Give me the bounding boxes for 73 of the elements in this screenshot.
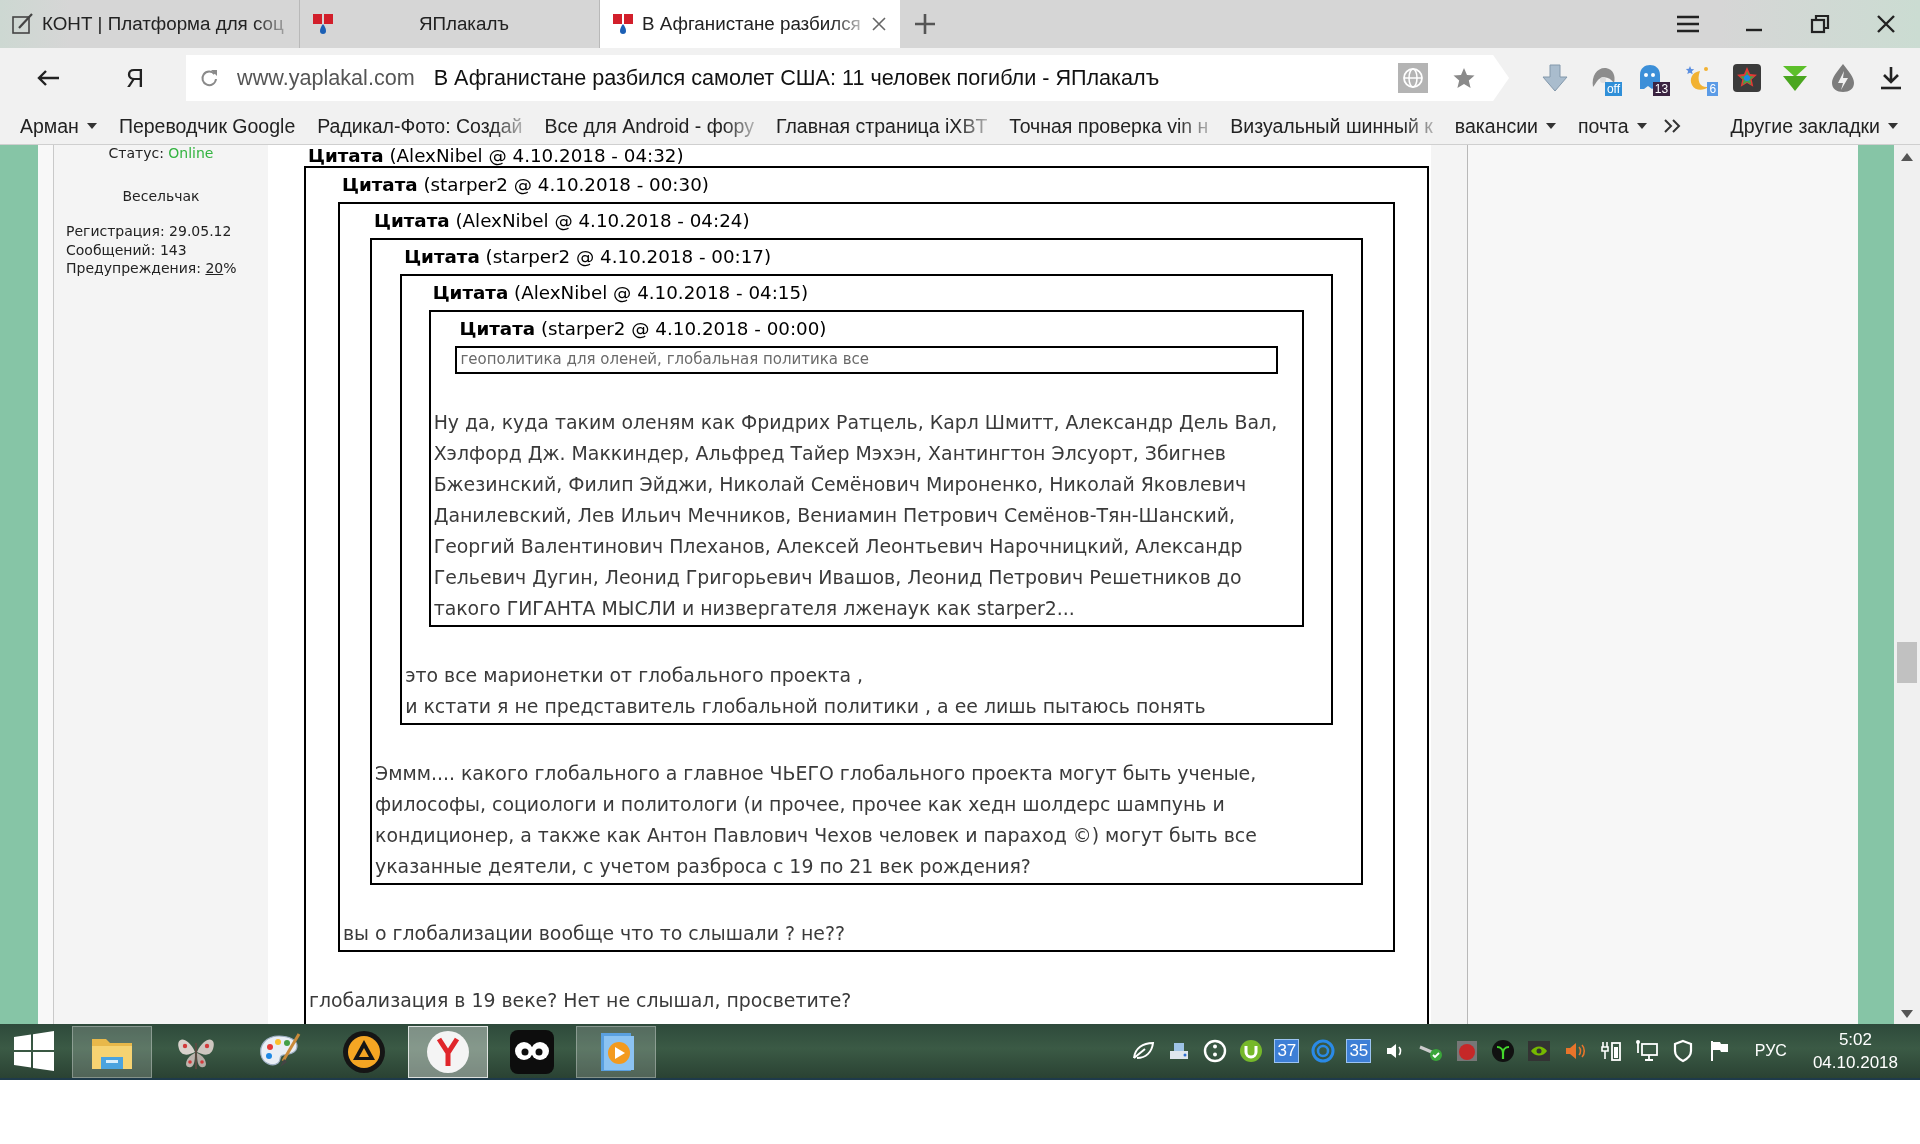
- quote-text: это все марионетки от глобального проекта , и кстати я не представитель глобальной политики , а ее лишь пытаюсь понять: [404, 663, 1207, 719]
- quote-header: Цитата (starper2 @ 4.10.2018 - 00:00): [459, 318, 827, 340]
- battery-plug-icon: [1598, 1039, 1623, 1063]
- y-logo-icon: [425, 1029, 471, 1075]
- quote-header: Цитата (AlexNibel @ 4.10.2018 - 04:15): [432, 282, 809, 304]
- star-icon[interactable]: [1453, 67, 1476, 89]
- profile-status: Статус: Online: [108, 145, 214, 161]
- profile-stat: Предупреждения: 20%: [66, 259, 237, 278]
- browser-tab[interactable]: В Афганистане разбился: [600, 0, 900, 48]
- bookmark-link[interactable]: Все для Android - фору: [544, 114, 754, 138]
- bookmark-folder[interactable]: вакансии: [1454, 114, 1556, 138]
- extension-badge: 13: [1652, 82, 1671, 96]
- u-shape-disc-icon: [1238, 1039, 1263, 1063]
- clock-date: 04.10.2018: [1812, 1052, 1898, 1074]
- record-icon: [1454, 1039, 1479, 1063]
- bookmark-folder[interactable]: Арман: [20, 114, 97, 138]
- tab-title: ЯПлакалъ: [418, 13, 510, 35]
- close-icon[interactable]: [872, 17, 886, 31]
- tray-counter[interactable]: 35: [1346, 1039, 1372, 1063]
- eye-tile-icon: [1526, 1039, 1551, 1063]
- menu-icon[interactable]: [1676, 15, 1700, 33]
- warning-link[interactable]: 20: [205, 260, 224, 276]
- tab-title: В Афганистане разбился: [642, 13, 861, 35]
- address-field[interactable]: www.yaplakal.com В Афганистане разбился самолет США: 11 человек погибли - ЯПлакалъ: [186, 55, 1510, 101]
- plus-icon[interactable]: [914, 13, 936, 35]
- back-arrow-icon[interactable]: [36, 68, 60, 88]
- logo-button[interactable]: Я: [124, 63, 147, 93]
- drop-logo-icon: [312, 13, 334, 35]
- network-icon: [1634, 1039, 1659, 1063]
- profile-stat: Регистрация: 29.05.12: [66, 222, 232, 241]
- quote-text: Ну да, куда таким оленям как Фридрих Ратцель, Карл Шмитт, Александр Дель Вал, Хэлфорд Дж. Маккиндер, Альфред Тайер Мэхэн, Хантингтон Элсуорт, Збигнев Бжезинский, Филип Эйджи, Николай Семёнович Мироненко, Николай Яковлевич Данилевский, Лев Ильич Мечников, Вениамин Петрович Семёнов-Тян-Шанский, Георгий Валентинович Плеханов, Алексей Леонтьевич Нарочницкий, Александр Гельевич Дугин, Леонид Григорьевич Ивашов, Леонид Петрович Решетников до такого ГИГАНТА МЫСЛИ и низвергателя лженаук как starper2...: [432, 410, 1279, 621]
- bookmark-link[interactable]: Точная проверка vin н: [1009, 114, 1209, 138]
- bookmark-link[interactable]: Радикал-Фото: Создай: [317, 114, 523, 138]
- bookmark-link[interactable]: Главная страница iXBT: [775, 114, 988, 138]
- extension-badge: 6: [1707, 82, 1719, 96]
- bookmark-link[interactable]: Визуальный шинный к: [1230, 114, 1433, 138]
- extension-badge: off: [1604, 82, 1623, 96]
- address-domain: www.yaplakal.com: [237, 65, 415, 91]
- drop-logo-icon: [612, 13, 634, 35]
- rings-icon: [1310, 1039, 1335, 1063]
- clock-time: 5:02: [1838, 1029, 1872, 1051]
- bookmark-link[interactable]: Переводчик Google: [118, 114, 296, 138]
- quote-header: Цитата (AlexNibel @ 4.10.2018 - 04:32): [308, 145, 684, 166]
- bookmark-folder[interactable]: Другие закладки: [1730, 114, 1898, 138]
- reload-icon[interactable]: [200, 69, 219, 87]
- quote-text: глобализация в 19 веке? Нет не слышал, просветите?: [308, 988, 853, 1013]
- quote-text: геополитика для оленей, глобальная политика все: [459, 349, 871, 370]
- address-page-title: В Афганистане разбился самолет США: 11 человек погибли - ЯПлакалъ: [433, 65, 1160, 91]
- tray-counter[interactable]: 37: [1274, 1039, 1300, 1063]
- double-chevron-icon[interactable]: [1662, 119, 1681, 133]
- scrollbar-thumb[interactable]: [1897, 642, 1917, 683]
- note-pen-icon: [12, 13, 34, 35]
- scrollbar[interactable]: [1894, 145, 1920, 1024]
- scroll-down-icon[interactable]: [1901, 1010, 1913, 1018]
- bookmark-folder[interactable]: почта: [1577, 114, 1647, 138]
- tab-title: КОНТ | Платформа для соц: [42, 13, 284, 35]
- quote-text: Эммм.... какого глобального а главное ЧЬЕГО глобального проекта могут быть ученые, философы, социологи и политологи (и прочее, прочее как хедн шолдерс шампунь и кондиционер, а также как Антон Павлович Чехов человек и параход ©) могут быть все указанные деятели, с учетом разброса с 19 по 21 век рождения?: [373, 761, 1258, 879]
- scroll-up-icon[interactable]: [1901, 153, 1913, 161]
- quote-header: Цитата (AlexNibel @ 4.10.2018 - 04:24): [373, 210, 750, 232]
- fork-disc-icon: [1490, 1039, 1515, 1063]
- profile-rank: Весельчак: [122, 187, 200, 205]
- dots-circle-icon: [1202, 1039, 1227, 1063]
- windows-logo-icon[interactable]: [12, 1030, 56, 1072]
- profile-stat: Сообщений: 143: [66, 240, 187, 259]
- triangle-disc-icon: [341, 1029, 387, 1075]
- restore-icon[interactable]: [1810, 14, 1830, 34]
- input-language[interactable]: РУС: [1754, 1042, 1787, 1060]
- quote-header: Цитата (starper2 @ 4.10.2018 - 00:30): [341, 174, 709, 196]
- close-icon[interactable]: [1877, 15, 1895, 33]
- quote-header: Цитата (starper2 @ 4.10.2018 - 00:17): [404, 246, 772, 268]
- quote-text: вы о глобализации вообще что то слышали ? не??: [341, 921, 846, 946]
- eyes-icon: [509, 1029, 555, 1075]
- star-tile-icon[interactable]: [1732, 63, 1763, 93]
